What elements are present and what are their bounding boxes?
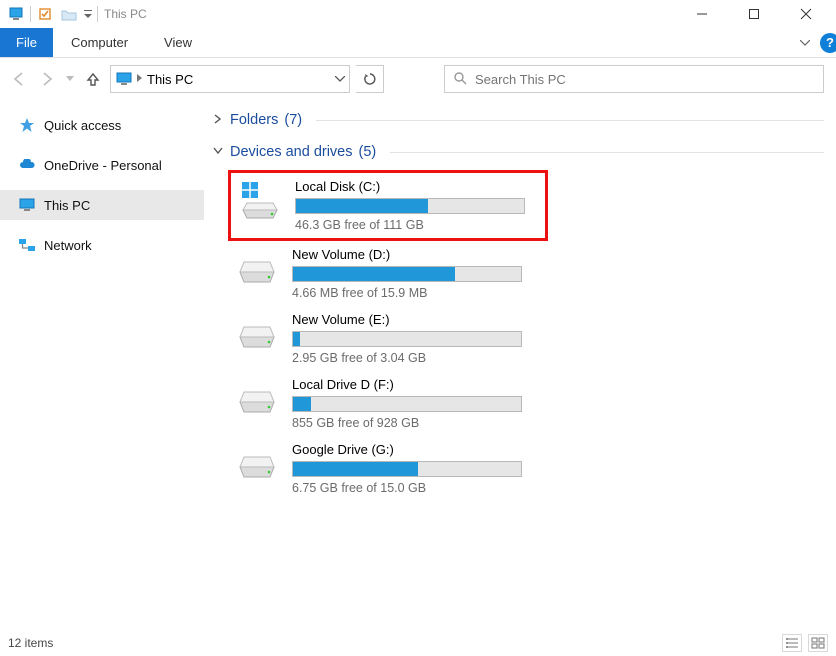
drive-icon (234, 247, 280, 289)
maximize-button[interactable] (740, 4, 768, 24)
address-bar[interactable]: This PC (110, 65, 350, 93)
recent-locations-caret-icon[interactable] (64, 68, 76, 90)
qat-newfolder-icon[interactable] (57, 3, 81, 25)
drive-info: New Volume (E:) 2.95 GB free of 3.04 GB (292, 312, 542, 365)
sidebar-item-label: Network (44, 238, 92, 253)
refresh-button[interactable] (356, 65, 384, 93)
close-button[interactable] (792, 4, 820, 24)
ribbon-collapse-icon[interactable] (790, 37, 820, 49)
status-item-count: 12 items (8, 636, 53, 650)
drive-item[interactable]: New Volume (D:) 4.66 MB free of 15.9 MB (228, 241, 548, 306)
status-bar: 12 items (0, 630, 836, 656)
navigation-pane: Quick access OneDrive - Personal This PC… (0, 100, 204, 630)
drive-usage-bar (292, 396, 522, 412)
drive-free-text: 4.66 MB free of 15.9 MB (292, 286, 542, 300)
title-bar: This PC (0, 0, 836, 28)
window-title: This PC (104, 7, 147, 21)
group-label: Devices and drives (230, 144, 353, 160)
sidebar-item-quick-access[interactable]: Quick access (0, 110, 204, 140)
search-input[interactable] (475, 72, 815, 87)
qat-properties-icon[interactable] (33, 3, 57, 25)
drive-free-text: 2.95 GB free of 3.04 GB (292, 351, 542, 365)
ribbon-tab-view[interactable]: View (146, 28, 210, 57)
address-history-caret-icon[interactable] (335, 74, 345, 85)
navigation-bar: This PC (0, 58, 836, 100)
drive-item[interactable]: Google Drive (G:) 6.75 GB free of 15.0 GB (228, 436, 548, 501)
drive-usage-fill (293, 397, 311, 411)
minimize-button[interactable] (688, 4, 716, 24)
drive-name: Local Drive D (F:) (292, 377, 542, 392)
ribbon-tab-computer[interactable]: Computer (53, 28, 146, 57)
help-button[interactable]: ? (820, 33, 836, 53)
drive-name: New Volume (E:) (292, 312, 542, 327)
drive-free-text: 855 GB free of 928 GB (292, 416, 542, 430)
thispc-icon (115, 72, 133, 86)
sidebar-item-label: This PC (44, 198, 90, 213)
drive-icon (234, 377, 280, 419)
monitor-icon (18, 197, 36, 213)
drive-info: New Volume (D:) 4.66 MB free of 15.9 MB (292, 247, 542, 300)
network-icon (18, 237, 36, 253)
qat-customize-caret-icon[interactable] (81, 3, 95, 25)
sidebar-item-label: OneDrive - Personal (44, 158, 162, 173)
quick-access-toolbar (4, 3, 95, 25)
drive-usage-fill (296, 199, 428, 213)
drive-name: Google Drive (G:) (292, 442, 542, 457)
drive-info: Local Disk (C:) 46.3 GB free of 111 GB (295, 179, 539, 232)
chevron-right-icon (212, 114, 224, 127)
sidebar-item-label: Quick access (44, 118, 121, 133)
cloud-icon (18, 157, 36, 173)
star-icon (18, 117, 36, 133)
drive-list: Local Disk (C:) 46.3 GB free of 111 GB New… (228, 170, 824, 501)
group-header-folders[interactable]: Folders (7) (212, 108, 824, 132)
drive-usage-fill (293, 332, 300, 346)
drive-usage-bar (292, 331, 522, 347)
os-drive-icon (237, 179, 283, 221)
search-icon (453, 71, 467, 88)
drive-name: New Volume (D:) (292, 247, 542, 262)
forward-button[interactable] (36, 68, 58, 90)
sidebar-item-network[interactable]: Network (0, 230, 204, 260)
view-details-button[interactable] (782, 634, 802, 652)
drive-info: Google Drive (G:) 6.75 GB free of 15.0 GB (292, 442, 542, 495)
up-button[interactable] (82, 68, 104, 90)
group-divider (316, 120, 824, 121)
sidebar-item-onedrive[interactable]: OneDrive - Personal (0, 150, 204, 180)
drive-free-text: 46.3 GB free of 111 GB (295, 218, 539, 232)
drive-item[interactable]: Local Disk (C:) 46.3 GB free of 111 GB (228, 170, 548, 241)
qat-app-icon[interactable] (4, 3, 28, 25)
ribbon: File Computer View ? (0, 28, 836, 58)
drive-item[interactable]: Local Drive D (F:) 855 GB free of 928 GB (228, 371, 548, 436)
address-text: This PC (147, 72, 193, 87)
search-box[interactable] (444, 65, 824, 93)
content-pane: Folders (7) Devices and drives (5) Local… (204, 100, 836, 630)
group-divider (390, 152, 824, 153)
drive-usage-bar (295, 198, 525, 214)
drive-usage-bar (292, 266, 522, 282)
drive-item[interactable]: New Volume (E:) 2.95 GB free of 3.04 GB (228, 306, 548, 371)
window-controls (688, 4, 832, 24)
drive-icon (234, 442, 280, 484)
drive-usage-bar (292, 461, 522, 477)
group-header-drives[interactable]: Devices and drives (5) (212, 140, 824, 164)
group-count: (7) (284, 112, 302, 128)
drive-free-text: 6.75 GB free of 15.0 GB (292, 481, 542, 495)
sidebar-item-this-pc[interactable]: This PC (0, 190, 204, 220)
ribbon-file-tab[interactable]: File (0, 28, 53, 57)
view-tiles-button[interactable] (808, 634, 828, 652)
drive-icon (234, 312, 280, 354)
back-button[interactable] (8, 68, 30, 90)
drive-name: Local Disk (C:) (295, 179, 539, 194)
main-area: Quick access OneDrive - Personal This PC… (0, 100, 836, 630)
drive-info: Local Drive D (F:) 855 GB free of 928 GB (292, 377, 542, 430)
chevron-down-icon (212, 146, 224, 158)
group-count: (5) (359, 144, 377, 160)
breadcrumb-chevron-icon[interactable] (137, 74, 143, 85)
group-label: Folders (230, 112, 278, 128)
drive-usage-fill (293, 267, 455, 281)
drive-usage-fill (293, 462, 418, 476)
